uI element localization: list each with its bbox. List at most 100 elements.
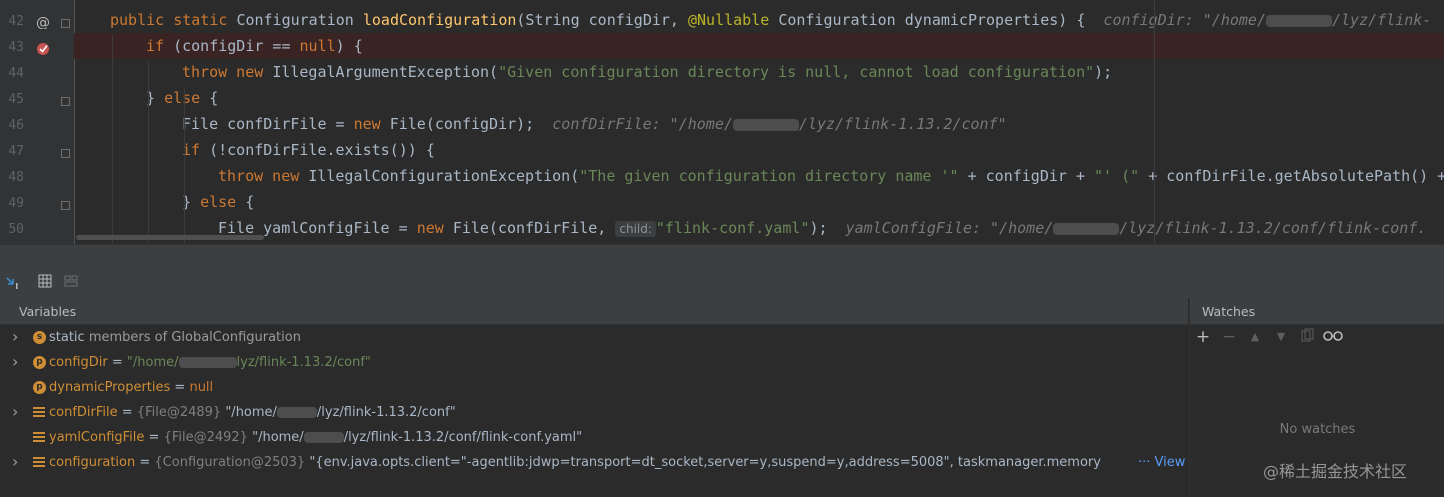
variable-name: static [49, 330, 85, 345]
code-token: ); [1094, 63, 1113, 81]
variable-row[interactable]: yamlConfigFile = {File@2492} "/home/ /lyz… [0, 425, 1188, 450]
variable-value: "/home/ [252, 430, 304, 445]
inline-value-hint: yamlConfigFile: "/home/ [845, 219, 1054, 237]
code-token: Configuration dynamicProperties) { [778, 11, 1104, 29]
editor-gutter[interactable]: 42 43 44 45 46 47 48 49 50 @ [0, 0, 75, 244]
move-up-icon[interactable]: ▲ [1246, 328, 1264, 346]
field-icon [33, 407, 45, 418]
line-number: 46 [8, 118, 24, 133]
code-line[interactable]: public static Configuration loadConfigur… [74, 7, 1444, 33]
equals-sign: = [135, 455, 155, 470]
line-number: 48 [8, 170, 24, 185]
breakpoint-icon[interactable] [36, 41, 50, 55]
code-token: if [146, 37, 174, 55]
code-token: @Nullable [688, 11, 779, 29]
variable-value: /lyz/flink-1.13.2/conf" [316, 405, 456, 420]
glasses-icon[interactable] [1322, 328, 1344, 346]
code-line[interactable]: throw new IllegalConfigurationException(… [74, 163, 1444, 189]
field-icon [33, 432, 45, 443]
view-link[interactable]: ··· View [1136, 450, 1186, 475]
fold-marker-icon[interactable] [61, 19, 70, 28]
remove-watch-icon[interactable]: − [1220, 328, 1238, 346]
equals-sign: = [117, 405, 137, 420]
code-token: "flink-conf.yaml" [655, 219, 810, 237]
indent-guide [184, 87, 185, 244]
variable-row[interactable]: › confDirFile = {File@2489} "/home/ /lyz/f… [0, 400, 1188, 425]
redacted-path [178, 357, 237, 368]
code-token: null [299, 37, 336, 55]
add-watch-icon[interactable]: + [1194, 328, 1212, 346]
panel-divider[interactable] [0, 244, 1444, 269]
code-token: "The given configuration directory name … [579, 167, 959, 185]
code-line[interactable]: } else { [74, 189, 1444, 215]
table-view-icon[interactable] [36, 274, 54, 292]
expand-chevron-icon[interactable]: › [12, 350, 18, 374]
code-line[interactable]: File yamlConfigFile = new File(confDirFi… [74, 215, 1444, 241]
variable-value: "/home/ [126, 355, 179, 370]
fold-marker-icon[interactable] [61, 149, 70, 158]
watches-title: Watches [1202, 304, 1256, 319]
move-down-icon[interactable]: ▼ [1272, 328, 1290, 346]
variable-value: "{env.java.opts.client="-agentlib:jdwp=t… [309, 455, 1101, 470]
variable-text: static members of GlobalConfiguration [49, 325, 301, 350]
horizontal-scrollbar[interactable] [76, 235, 264, 240]
variable-row[interactable]: › p configDir = "/home/lyz/flink-1.13.2/co… [0, 350, 1188, 375]
variable-name: configDir [49, 355, 108, 370]
variable-text: configuration = {Configuration@2503} "{e… [49, 450, 1101, 475]
override-annotation-icon[interactable]: @ [36, 14, 50, 31]
line-number: 43 [8, 40, 24, 55]
static-members-icon: s [33, 331, 46, 344]
code-token: + configDir + [958, 167, 1095, 185]
code-token: else [164, 89, 210, 107]
code-token: File(configDir); [389, 115, 553, 133]
code-line[interactable]: } else { [74, 85, 1444, 111]
code-token: (configDir == [173, 37, 300, 55]
watches-header: Watches [1190, 298, 1444, 325]
equals-sign: = [170, 380, 190, 395]
line-number: 44 [8, 66, 24, 81]
code-token: throw new [182, 63, 273, 81]
code-token: File confDirFile = [182, 115, 354, 133]
code-token: + confDirFile.getAbsolutePath() + [1139, 167, 1444, 185]
expand-chevron-icon[interactable]: › [12, 400, 18, 424]
copy-icon[interactable] [1298, 328, 1316, 346]
breakpoint-code-line[interactable]: if (configDir == null) { [74, 33, 1444, 59]
expand-chevron-icon[interactable]: › [12, 325, 18, 349]
variable-row[interactable]: p dynamicProperties = null [0, 375, 1188, 400]
code-line[interactable]: if (!confDirFile.exists()) { [74, 137, 1444, 163]
code-token: throw new [218, 167, 309, 185]
variable-row[interactable]: › s static members of GlobalConfiguration [0, 325, 1188, 350]
redacted-path [1265, 14, 1332, 27]
step-icon[interactable] [4, 274, 22, 292]
equals-sign: = [144, 430, 164, 445]
code-token: (!confDirFile.exists()) { [209, 141, 435, 159]
redacted-path [732, 118, 799, 131]
fold-marker-icon[interactable] [61, 97, 70, 106]
code-line[interactable]: throw new IllegalArgumentException("Give… [74, 59, 1444, 85]
code-token: (String configDir, [516, 11, 688, 29]
variable-text: configDir = "/home/lyz/flink-1.13.2/conf… [49, 350, 371, 375]
code-token: File(confDirFile, [452, 219, 616, 237]
code-token: "' (" [1094, 167, 1140, 185]
parameter-hint: child: [615, 221, 656, 237]
redacted-path [303, 432, 344, 443]
variables-title: Variables [19, 304, 77, 319]
object-id: {Configuration@2503} [154, 455, 310, 470]
line-number: 42 [8, 14, 24, 29]
code-line[interactable]: File confDirFile = new File(configDir); … [74, 111, 1444, 137]
code-token: if [182, 141, 210, 159]
variable-row[interactable]: › configuration = {Configuration@2503} "{… [0, 450, 1188, 475]
inline-value-hint: confDirFile: "/home/ [552, 115, 733, 133]
fold-marker-icon[interactable] [61, 201, 70, 210]
code-token: new [353, 115, 390, 133]
code-editor[interactable]: 42 43 44 45 46 47 48 49 50 @ public static Config… [0, 0, 1444, 244]
variable-text: yamlConfigFile = {File@2492} "/home/ /lyz… [49, 425, 582, 450]
variable-name: configuration [49, 455, 136, 470]
variable-text: confDirFile = {File@2489} "/home/ /lyz/fl… [49, 400, 456, 425]
layout-icon[interactable] [62, 274, 80, 292]
code-token: ); [809, 219, 846, 237]
indent-guide [112, 35, 113, 244]
code-token: { [209, 89, 219, 107]
line-number: 45 [8, 92, 24, 107]
expand-chevron-icon[interactable]: › [12, 450, 18, 474]
